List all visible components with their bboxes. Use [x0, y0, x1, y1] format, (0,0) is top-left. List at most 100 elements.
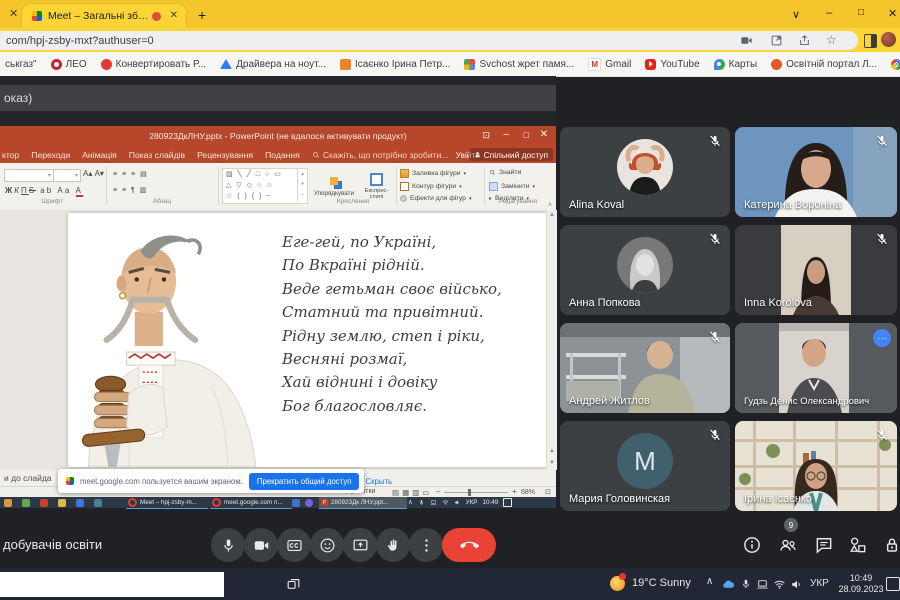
presenter-app-icon[interactable]: [4, 499, 12, 507]
task-view-icon[interactable]: [286, 577, 301, 592]
chat-button[interactable]: [812, 533, 836, 557]
microphone-button[interactable]: [211, 528, 245, 562]
presenter-app-icon[interactable]: [76, 499, 84, 507]
onedrive-cloud-icon[interactable]: [722, 578, 735, 591]
present-button[interactable]: [343, 528, 377, 562]
bookmark-star-icon[interactable]: ☆: [826, 33, 837, 47]
bookmark-item[interactable]: MGmail: [588, 58, 631, 71]
participant-tile[interactable]: Inna Korolova: [735, 225, 897, 315]
tab-slideshow[interactable]: Показ слайдів: [129, 150, 185, 160]
fit-to-window-icon[interactable]: ⊡: [545, 488, 551, 496]
weather-text[interactable]: 19°C Sunny: [632, 577, 691, 589]
tab-design[interactable]: ктор: [2, 150, 19, 160]
captions-button[interactable]: [277, 528, 311, 562]
share-page-icon[interactable]: [798, 34, 811, 47]
stop-sharing-button[interactable]: Прекратить общий доступ: [249, 473, 360, 490]
laptop-icon[interactable]: [430, 499, 437, 506]
presenter-clock[interactable]: 10:49: [482, 499, 498, 506]
shapes-scroll[interactable]: ▴▾⌄: [297, 169, 307, 201]
address-bar[interactable]: com/hpj-zsby-mxt?authuser=0 ☆: [0, 31, 858, 50]
slide-scrollbar[interactable]: ▲ ▲ ▼: [546, 210, 557, 470]
tray-expand-icon[interactable]: ∧: [408, 499, 413, 506]
slide-canvas[interactable]: Еге-гей, по Україні, По Вкраїні рідній. …: [68, 213, 546, 467]
tab-animations[interactable]: Анімація: [82, 150, 117, 160]
tell-me-box[interactable]: Скажіть, що потрібно зробити...: [312, 150, 449, 160]
window-close-icon[interactable]: ✕: [888, 7, 897, 20]
laptop-tray-icon[interactable]: [756, 578, 769, 591]
participant-tile[interactable]: Андрей Житлов: [560, 323, 730, 413]
list-icons[interactable]: ≡ ≡ ≡ ▤: [113, 170, 148, 178]
participant-tile[interactable]: Alina Koval: [560, 127, 730, 217]
tab-transitions[interactable]: Переходи: [31, 150, 70, 160]
participant-tile-active-speaker[interactable]: Гудзь Денис Олександрович ⋯: [735, 323, 897, 413]
find-button[interactable]: Знайти: [489, 169, 521, 176]
share-button[interactable]: Спільний доступ: [469, 148, 553, 161]
presenter-task-meet[interactable]: Meet – hpj-zsby-m...: [126, 497, 208, 509]
zoom-in-icon[interactable]: +: [512, 487, 517, 496]
tile-options-button[interactable]: ⋯: [873, 329, 891, 347]
active-tab[interactable]: Meet – Загальні збори здо ✕: [22, 4, 186, 28]
ribbon-options-icon[interactable]: ⊡: [482, 130, 490, 141]
wifi-icon[interactable]: [442, 499, 449, 506]
font-size-combo[interactable]: ▾: [53, 169, 81, 182]
scroll-up-icon[interactable]: ▲: [547, 212, 557, 218]
bookmark-item[interactable]: ЛЕО: [51, 59, 87, 70]
zoom-out-icon[interactable]: –: [436, 487, 440, 496]
window-minimize-icon[interactable]: –: [826, 7, 832, 19]
zoom-slider-track[interactable]: [444, 492, 508, 493]
grow-shrink-font-icons[interactable]: А▴ А▾: [83, 169, 104, 178]
next-slide-icon[interactable]: ▼: [547, 460, 557, 466]
bookmark-item[interactable]: Драйвера на ноут...: [220, 59, 326, 70]
clock[interactable]: 10:49 28.09.2023: [833, 573, 889, 595]
participants-button[interactable]: [776, 533, 800, 557]
align-icons[interactable]: ≡ ≡ ¶ ▥: [113, 186, 148, 194]
view-mode-icons[interactable]: ▤▦▥▭: [392, 488, 432, 497]
wifi-tray-icon[interactable]: [773, 578, 786, 591]
host-controls-button[interactable]: [880, 533, 900, 557]
bookmarks-overflow-icon[interactable]: »: [894, 58, 900, 70]
tab-view[interactable]: Подання: [265, 150, 300, 160]
end-call-button[interactable]: [442, 528, 496, 562]
font-name-combo[interactable]: ▾: [4, 169, 54, 182]
language-indicator[interactable]: УКР: [810, 578, 829, 589]
shape-outline-button[interactable]: Контур фігури▾: [400, 182, 462, 191]
mic-icon[interactable]: [418, 499, 425, 506]
presenter-app-icon[interactable]: [40, 499, 48, 507]
bookmark-item[interactable]: YouTube: [645, 59, 699, 70]
camera-button[interactable]: [244, 528, 278, 562]
raise-hand-button[interactable]: [376, 528, 410, 562]
presenter-app-icon[interactable]: [58, 499, 66, 507]
pp-close-icon[interactable]: ✕: [540, 129, 548, 140]
meeting-details-button[interactable]: [740, 533, 764, 557]
more-options-button[interactable]: [409, 528, 443, 562]
bookmark-item[interactable]: Ісаєнко Ірина Петр...: [340, 59, 450, 70]
zoom-slider-thumb[interactable]: [468, 489, 471, 496]
previous-tab-close-icon[interactable]: ✕: [9, 7, 18, 20]
shape-fill-button[interactable]: Заливка фігури▾: [400, 169, 466, 178]
side-panel-icon[interactable]: [864, 34, 877, 48]
profile-avatar[interactable]: [881, 32, 896, 47]
presenter-language[interactable]: УКР: [466, 499, 478, 506]
bookmark-item[interactable]: Svchost жрет памя...: [464, 59, 574, 70]
replace-button[interactable]: Замінити▾: [489, 182, 535, 191]
bookmark-item[interactable]: Карты: [714, 59, 758, 70]
speaker-tray-icon[interactable]: [790, 578, 803, 591]
presenter-viber-icon[interactable]: [305, 499, 313, 507]
participant-tile[interactable]: Анна Попкова: [560, 225, 730, 315]
presenter-app-icon[interactable]: [22, 499, 30, 507]
participant-tile[interactable]: Катерина Вороніна: [735, 127, 897, 217]
font-style-icons[interactable]: ЖКПS ab Аа А: [5, 186, 83, 195]
window-maximize-icon[interactable]: □: [858, 7, 864, 18]
participant-tile[interactable]: Ірина Ісаєнко: [735, 421, 897, 511]
notification-icon[interactable]: [503, 498, 512, 507]
participant-tile[interactable]: M Мария Головинская: [560, 421, 730, 511]
taskbar-search-input[interactable]: [0, 572, 224, 597]
presenter-app-icon[interactable]: [94, 499, 102, 507]
camera-in-use-icon[interactable]: [740, 34, 753, 47]
bookmark-item[interactable]: Освітній портал Л...: [771, 59, 877, 70]
previous-slide-icon[interactable]: ▲: [547, 448, 557, 454]
pp-minimize-icon[interactable]: –: [503, 129, 509, 140]
collapse-ribbon-icon[interactable]: ˄: [548, 202, 552, 209]
tab-review[interactable]: Рецензування: [197, 150, 253, 160]
hide-toast-link[interactable]: Скрыть: [365, 477, 392, 486]
